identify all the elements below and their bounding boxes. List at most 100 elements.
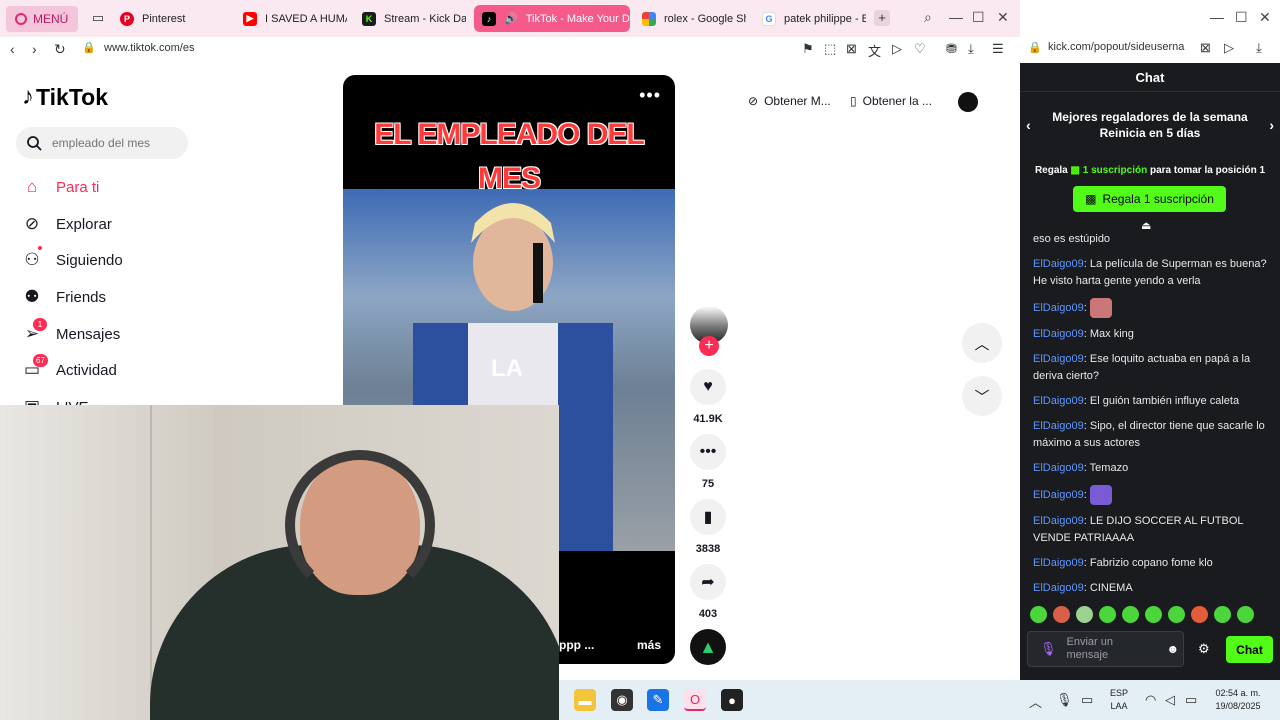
nav-explorar[interactable]: ⊘ Explorar — [22, 214, 112, 234]
kick-icon: K — [362, 11, 376, 26]
like-button[interactable]: ♥ 41.9K — [690, 369, 726, 425]
nav-siguiendo[interactable]: ⚇ Siguiendo — [22, 246, 123, 270]
search-input[interactable] — [52, 136, 182, 150]
emote-icon[interactable] — [1191, 606, 1208, 623]
nav-mensajes[interactable]: ➢ 1 Mensajes — [22, 318, 120, 344]
kick-adblock-icon[interactable]: ⊠ — [1200, 40, 1211, 56]
kick-send-icon[interactable]: ▷ — [1224, 40, 1234, 56]
translate-icon[interactable]: 文 — [868, 41, 881, 60]
back-icon[interactable]: ‹ — [10, 41, 15, 57]
heart-icon[interactable]: ♡ — [914, 41, 926, 57]
more-options-icon[interactable]: ••• — [639, 85, 661, 106]
emote-icon[interactable] — [1053, 606, 1070, 623]
download-icon[interactable]: ⤓ — [968, 41, 974, 57]
adblock-icon[interactable]: ⊠ — [846, 41, 857, 57]
url-field[interactable]: www.tiktok.com/es — [104, 42, 194, 54]
search-box[interactable] — [16, 127, 188, 159]
maximize-icon[interactable]: ☐ — [972, 9, 985, 26]
chat-username[interactable]: ElDaigo09 — [1033, 353, 1084, 365]
emote-icon[interactable] — [1076, 606, 1093, 623]
tab-tiktok[interactable]: ♪ 🔊 TikTok - Make Your D — [474, 5, 630, 32]
emote-icon[interactable] — [1030, 606, 1047, 623]
file-explorer-icon[interactable]: ▬ — [574, 689, 596, 711]
reload-icon[interactable]: ↻ — [54, 41, 66, 58]
emote-icon[interactable] — [1168, 606, 1185, 623]
chevron-right-icon[interactable]: › — [1269, 117, 1274, 133]
nav-friends[interactable]: ⚉ Friends — [22, 287, 106, 307]
chat-username[interactable]: ElDaigo09 — [1033, 328, 1084, 340]
music-disc-button[interactable]: ▲ — [690, 629, 726, 665]
snapshot-icon[interactable]: ⬚ — [824, 41, 836, 57]
send-icon[interactable]: ▷ — [892, 41, 902, 57]
chat-username[interactable]: ElDaigo09 — [1033, 582, 1084, 594]
easy-setup-icon[interactable]: ☰ — [992, 41, 1004, 57]
follow-plus-icon[interactable]: + — [699, 336, 719, 356]
chat-username[interactable]: ElDaigo09 — [1033, 258, 1084, 270]
kick-minimize-icon[interactable]: — — [1210, 9, 1224, 25]
editor-icon[interactable]: ✎ — [647, 689, 669, 711]
volume-icon[interactable]: ◁ — [1165, 692, 1175, 708]
nav-para-ti[interactable]: ⌂ Para ti — [22, 177, 100, 197]
clock[interactable]: 02:54 a. m. 19/08/2025 — [1209, 687, 1267, 713]
video-more-link[interactable]: más — [637, 638, 661, 652]
emote-icon[interactable] — [1122, 606, 1139, 623]
minimize-icon[interactable]: — — [949, 9, 963, 25]
settings-gear-icon[interactable]: ⚙ — [1198, 641, 1210, 657]
creator-avatar-button[interactable]: + — [690, 306, 728, 356]
obs-icon[interactable]: ◉ — [611, 689, 633, 711]
chat-send-button[interactable]: Chat — [1226, 636, 1273, 663]
chat-username[interactable]: ElDaigo09 — [1033, 557, 1084, 569]
comment-button[interactable]: ••• 75 — [690, 434, 726, 490]
close-icon[interactable]: ✕ — [997, 9, 1009, 26]
emote-icon[interactable] — [1099, 606, 1116, 623]
tab-pinterest[interactable]: P Pinterest — [112, 5, 230, 32]
new-tab-icon[interactable]: + — [874, 10, 890, 26]
microphone-icon[interactable]: 🎙 — [1040, 641, 1057, 657]
kick-close-icon[interactable]: ✕ — [1259, 9, 1271, 26]
tab-youtube[interactable]: ▶ I SAVED A HUMA — [235, 5, 347, 32]
next-video-button[interactable]: ﹀ — [962, 376, 1002, 416]
nav-actividad[interactable]: ▭ 67 Actividad — [22, 354, 117, 380]
wifi-icon[interactable]: ◠ — [1145, 692, 1156, 708]
microphone-icon[interactable]: 🎙 — [1056, 692, 1073, 708]
chevron-left-icon[interactable]: ‹ — [1026, 117, 1031, 133]
chat-username[interactable]: ElDaigo09 — [1033, 395, 1084, 407]
tab-google-shopping[interactable]: rolex - Google Sh — [634, 5, 746, 32]
chat-username[interactable]: ElDaigo09 — [1033, 489, 1084, 501]
forward-icon[interactable]: › — [32, 41, 37, 57]
kick-download-icon[interactable]: ⤓ — [1256, 40, 1262, 56]
search-tabs-icon[interactable]: ⌕ — [924, 9, 932, 26]
emote-icon[interactable] — [1145, 606, 1162, 623]
profile-avatar[interactable] — [958, 92, 978, 112]
gift-subscription-button[interactable]: ▩ Regala 1 suscripción — [1073, 186, 1226, 212]
emote-icon[interactable] — [1237, 606, 1254, 623]
chat-input-box[interactable]: 🎙 Enviar un mensaje ☻ — [1027, 631, 1184, 667]
bookmark-icon[interactable]: ⚑ — [802, 41, 814, 57]
previous-video-button[interactable]: ︿ — [962, 323, 1002, 363]
wallet-icon[interactable]: ⛃ — [946, 41, 957, 57]
save-button[interactable]: ▮ 3838 — [690, 499, 726, 555]
share-button[interactable]: ➦ 403 — [690, 564, 726, 620]
app-icon[interactable]: ● — [721, 689, 743, 711]
kick-maximize-icon[interactable]: ☐ — [1235, 9, 1248, 26]
chat-username[interactable]: ElDaigo09 — [1033, 515, 1084, 527]
get-app-button[interactable]: ▯ Obtener la ... — [850, 89, 932, 113]
emoji-icon[interactable]: ☻ — [1167, 642, 1180, 656]
opera-taskbar-icon[interactable]: O — [684, 689, 706, 711]
emote-icon[interactable] — [1214, 606, 1231, 623]
speaker-icon[interactable]: 🔊 — [504, 12, 518, 25]
language-indicator[interactable]: ESP LAA — [1110, 687, 1128, 713]
kick-url[interactable]: kick.com/popout/sideuserna — [1048, 41, 1184, 53]
battery-icon[interactable]: ▭ — [1185, 692, 1197, 708]
tiktok-logo[interactable]: ♪ TikTok — [22, 83, 108, 111]
display-icon[interactable]: ▭ — [1081, 692, 1093, 708]
tab-overview-icon[interactable]: ▭ — [90, 10, 106, 26]
get-coins-button[interactable]: ⊘ Obtener M... — [748, 89, 831, 113]
chat-username[interactable]: ElDaigo09 — [1033, 462, 1084, 474]
chat-username[interactable]: ElDaigo09 — [1033, 302, 1084, 314]
browser-menu-button[interactable]: MENÚ — [6, 6, 78, 32]
tab-google[interactable]: G patek philippe - B — [754, 5, 866, 32]
tab-kick[interactable]: K Stream - Kick Da — [354, 5, 466, 32]
chat-username[interactable]: ElDaigo09 — [1033, 420, 1084, 432]
show-hidden-icons-icon[interactable]: ︿ — [1029, 692, 1042, 711]
